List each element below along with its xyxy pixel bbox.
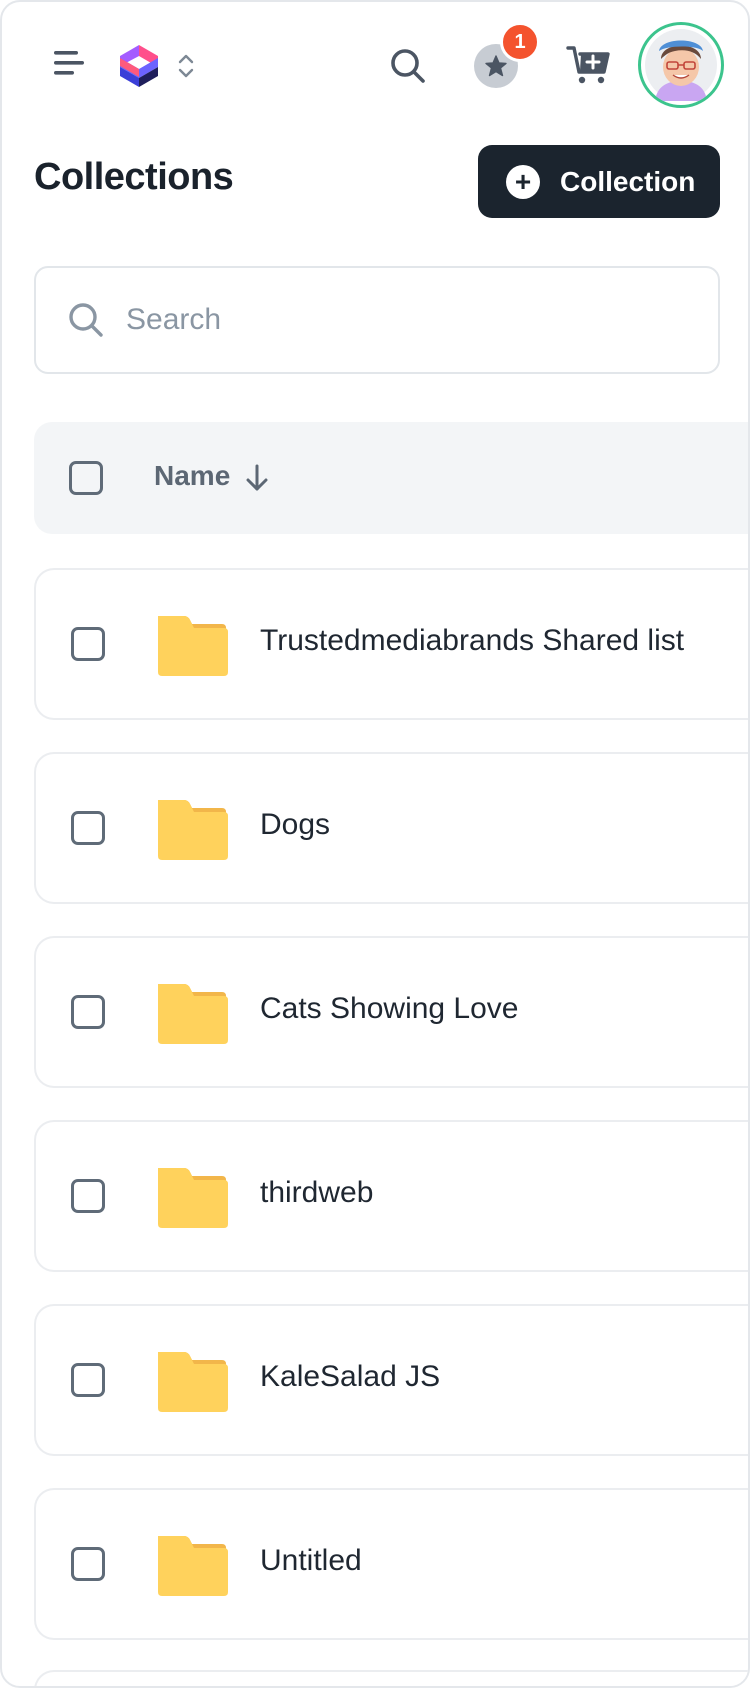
row-checkbox[interactable] xyxy=(71,811,105,845)
folder-icon xyxy=(158,800,228,860)
folder-icon xyxy=(158,1352,228,1412)
row-label[interactable]: KaleSalad JS xyxy=(260,1360,440,1394)
table-row[interactable]: Trustedmediabrands Shared list xyxy=(34,568,748,720)
table-row[interactable]: Dogs xyxy=(34,752,748,904)
folder-icon xyxy=(158,1536,228,1596)
app-logo-icon[interactable] xyxy=(118,44,160,88)
search-box[interactable] xyxy=(34,266,720,374)
folder-icon xyxy=(158,616,228,676)
column-header-name[interactable]: Name xyxy=(154,460,230,492)
folder-icon xyxy=(158,1168,228,1228)
row-label[interactable]: Dogs xyxy=(260,808,330,842)
row-checkbox[interactable] xyxy=(71,1363,105,1397)
search-input[interactable] xyxy=(126,288,686,352)
new-collection-button[interactable]: + Collection xyxy=(478,145,720,218)
row-label[interactable]: Trustedmediabrands Shared list xyxy=(260,624,684,658)
table-row[interactable] xyxy=(34,1670,748,1686)
table-header: Name xyxy=(34,422,748,534)
table-row[interactable]: Untitled xyxy=(34,1488,748,1640)
folder-icon xyxy=(158,984,228,1044)
search-icon xyxy=(69,303,103,337)
row-label[interactable]: thirdweb xyxy=(260,1176,373,1210)
avatar-face-icon xyxy=(645,29,717,101)
user-avatar[interactable] xyxy=(638,22,724,108)
select-all-checkbox[interactable] xyxy=(69,461,103,495)
arrow-down-icon[interactable] xyxy=(244,462,270,494)
table-row[interactable]: thirdweb xyxy=(34,1120,748,1272)
hamburger-menu-icon[interactable] xyxy=(52,48,86,78)
chevron-up-down-icon[interactable] xyxy=(176,52,196,80)
table-row[interactable]: Cats Showing Love xyxy=(34,936,748,1088)
new-collection-label: Collection xyxy=(560,165,696,197)
search-icon[interactable] xyxy=(388,46,428,86)
row-checkbox[interactable] xyxy=(71,1547,105,1581)
star-icon xyxy=(485,55,507,77)
cart-add-icon[interactable] xyxy=(566,44,612,86)
app-window: 1 Collections + Collection Search Name T… xyxy=(0,0,750,1688)
plus-circle-icon: + xyxy=(506,164,540,199)
row-label[interactable]: Cats Showing Love xyxy=(260,992,519,1026)
notification-badge: 1 xyxy=(500,22,540,62)
table-row[interactable]: KaleSalad JS xyxy=(34,1304,748,1456)
row-checkbox[interactable] xyxy=(71,627,105,661)
row-label[interactable]: Untitled xyxy=(260,1544,362,1578)
page-title: Collections xyxy=(34,156,234,198)
row-checkbox[interactable] xyxy=(71,995,105,1029)
row-checkbox[interactable] xyxy=(71,1179,105,1213)
